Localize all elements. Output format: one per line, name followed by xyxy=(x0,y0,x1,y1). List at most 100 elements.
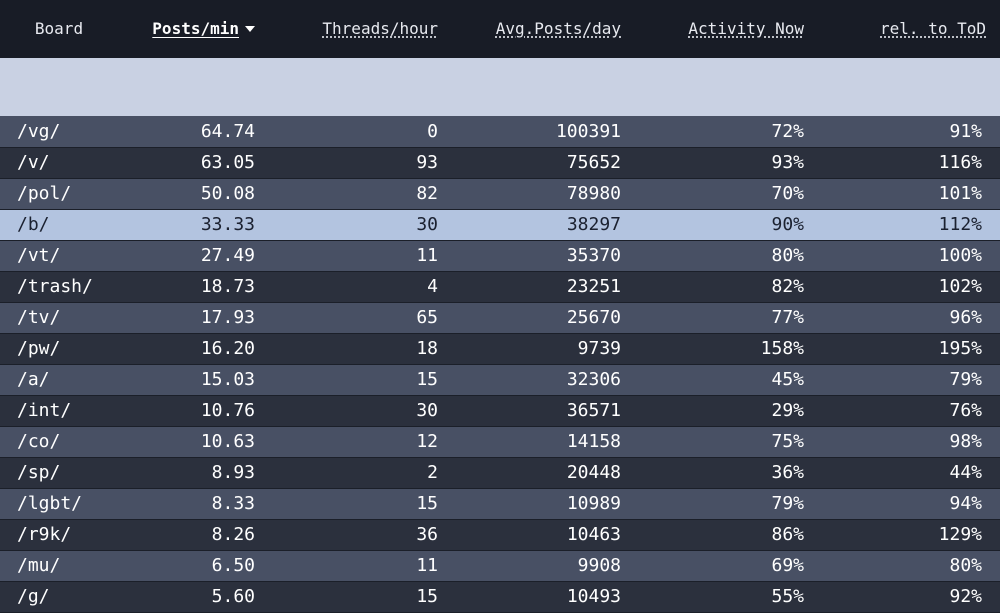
table-row[interactable]: /vg/64.74 0 100391 72% 91% xyxy=(0,116,1000,148)
table-row[interactable]: /pol/50.08 82 78980 70% 101% xyxy=(0,178,1000,210)
table-row[interactable]: /tv/17.93 65 25670 77% 96% xyxy=(0,302,1000,334)
table-row[interactable]: /a/15.03 15 32306 45% 79% xyxy=(0,364,1000,396)
cell-threads-per-hour: 93 xyxy=(255,147,438,179)
cell-activity-now: 70% xyxy=(621,178,804,210)
sort-descending-icon xyxy=(245,26,255,32)
cell-threads-per-hour: 30 xyxy=(255,209,438,241)
table-row[interactable]: /lgbt/8.33 15 10989 79% 94% xyxy=(0,488,1000,520)
cell-threads-per-hour: 18 xyxy=(255,333,438,365)
cell-avg-posts-per-day: 20448 xyxy=(438,457,621,489)
table-row[interactable]: /g/5.60 15 10493 55% 92% xyxy=(0,581,1000,613)
cell-activity-now: 45% xyxy=(621,364,804,396)
cell-avg-posts-per-day: 9739 xyxy=(438,333,621,365)
cell-board[interactable]: /pw/ xyxy=(0,333,118,365)
board-stats-table: Board Posts/min Threads/hour Avg.Posts/d… xyxy=(0,0,1000,613)
table-header: Board Posts/min Threads/hour Avg.Posts/d… xyxy=(0,0,1000,116)
table-row[interactable]: /co/10.63 12 14158 75% 98% xyxy=(0,426,1000,458)
table-row[interactable]: /vt/27.49 11 35370 80% 100% xyxy=(0,240,1000,272)
cell-threads-per-hour: 0 xyxy=(255,116,438,148)
cell-board[interactable]: /a/ xyxy=(0,364,118,396)
cell-posts-per-min: 63.05 xyxy=(118,147,255,179)
cell-activity-now: 82% xyxy=(621,271,804,303)
cell-rel-to-tod: 96% xyxy=(804,302,1000,334)
table-row[interactable]: /v/63.05 93 75652 93% 116% xyxy=(0,147,1000,179)
cell-threads-per-hour: 11 xyxy=(255,240,438,272)
cell-posts-per-min: 27.49 xyxy=(118,240,255,272)
cell-rel-to-tod: 195% xyxy=(804,333,1000,365)
column-header-avg-posts-per-day[interactable]: Avg.Posts/day xyxy=(438,0,621,58)
table-row[interactable]: /sp/8.93 2 20448 36% 44% xyxy=(0,457,1000,489)
cell-board[interactable]: /trash/ xyxy=(0,271,118,303)
cell-board[interactable]: /pol/ xyxy=(0,178,118,210)
cell-activity-now: 90% xyxy=(621,209,804,241)
cell-posts-per-min: 33.33 xyxy=(118,209,255,241)
table-row[interactable]: /int/10.76 30 36571 29% 76% xyxy=(0,395,1000,427)
cell-rel-to-tod: 112% xyxy=(804,209,1000,241)
column-header-avg-posts-per-day-label: Avg.Posts/day xyxy=(495,18,621,38)
cell-board[interactable]: /v/ xyxy=(0,147,118,179)
cell-board[interactable]: /sp/ xyxy=(0,457,118,489)
cell-avg-posts-per-day: 10493 xyxy=(438,581,621,613)
cell-posts-per-min: 50.08 xyxy=(118,178,255,210)
column-header-activity-now-label: Activity Now xyxy=(688,18,804,38)
cell-posts-per-min: 18.73 xyxy=(118,271,255,303)
column-header-threads-per-hour-label: Threads/hour xyxy=(322,18,438,38)
cell-avg-posts-per-day: 14158 xyxy=(438,426,621,458)
cell-rel-to-tod: 76% xyxy=(804,395,1000,427)
cell-board[interactable]: /g/ xyxy=(0,581,118,613)
cell-activity-now: 79% xyxy=(621,488,804,520)
cell-posts-per-min: 64.74 xyxy=(118,116,255,148)
cell-posts-per-min: 15.03 xyxy=(118,364,255,396)
cell-rel-to-tod: 91% xyxy=(804,116,1000,148)
cell-rel-to-tod: 116% xyxy=(804,147,1000,179)
cell-activity-now: 72% xyxy=(621,116,804,148)
cell-threads-per-hour: 30 xyxy=(255,395,438,427)
cell-board[interactable]: /co/ xyxy=(0,426,118,458)
column-header-rel-to-tod[interactable]: rel. to ToD xyxy=(804,0,1000,58)
cell-board[interactable]: /tv/ xyxy=(0,302,118,334)
cell-avg-posts-per-day: 32306 xyxy=(438,364,621,396)
table-row[interactable]: /r9k/8.26 36 10463 86% 129% xyxy=(0,519,1000,551)
cell-posts-per-min: 5.60 xyxy=(118,581,255,613)
cell-rel-to-tod: 92% xyxy=(804,581,1000,613)
column-header-board-label: Board xyxy=(34,18,84,38)
cell-posts-per-min: 16.20 xyxy=(118,333,255,365)
cell-avg-posts-per-day: 75652 xyxy=(438,147,621,179)
cell-avg-posts-per-day: 35370 xyxy=(438,240,621,272)
cell-avg-posts-per-day: 36571 xyxy=(438,395,621,427)
cell-threads-per-hour: 12 xyxy=(255,426,438,458)
cell-avg-posts-per-day: 10463 xyxy=(438,519,621,551)
column-header-board[interactable]: Board xyxy=(0,0,118,58)
column-header-threads-per-hour[interactable]: Threads/hour xyxy=(255,0,438,58)
cell-activity-now: 158% xyxy=(621,333,804,365)
table-body: /vg/64.74 0 100391 72% 91%/v/63.05 93 75652 93%… xyxy=(0,116,1000,613)
cell-rel-to-tod: 94% xyxy=(804,488,1000,520)
cell-threads-per-hour: 15 xyxy=(255,364,438,396)
table-row[interactable]: /pw/16.20 18 9739 158% 195% xyxy=(0,333,1000,365)
cell-board[interactable]: /vg/ xyxy=(0,116,118,148)
column-header-posts-per-min-label: Posts/min xyxy=(152,18,239,38)
cell-rel-to-tod: 98% xyxy=(804,426,1000,458)
cell-board[interactable]: /r9k/ xyxy=(0,519,118,551)
column-header-posts-per-min[interactable]: Posts/min xyxy=(118,0,255,58)
header-divider xyxy=(0,58,1000,116)
cell-activity-now: 55% xyxy=(621,581,804,613)
cell-threads-per-hour: 15 xyxy=(255,581,438,613)
cell-activity-now: 77% xyxy=(621,302,804,334)
cell-activity-now: 86% xyxy=(621,519,804,551)
column-header-activity-now[interactable]: Activity Now xyxy=(621,0,804,58)
cell-board[interactable]: /int/ xyxy=(0,395,118,427)
cell-board[interactable]: /vt/ xyxy=(0,240,118,272)
cell-activity-now: 93% xyxy=(621,147,804,179)
cell-rel-to-tod: 102% xyxy=(804,271,1000,303)
cell-board[interactable]: /b/ xyxy=(0,209,118,241)
table-row[interactable]: /b/33.33 30 38297 90% 112% xyxy=(0,209,1000,241)
cell-avg-posts-per-day: 23251 xyxy=(438,271,621,303)
table-row[interactable]: /trash/18.73 4 23251 82% 102% xyxy=(0,271,1000,303)
cell-board[interactable]: /lgbt/ xyxy=(0,488,118,520)
cell-posts-per-min: 10.76 xyxy=(118,395,255,427)
cell-posts-per-min: 8.33 xyxy=(118,488,255,520)
cell-rel-to-tod: 100% xyxy=(804,240,1000,272)
header-row: Board Posts/min Threads/hour Avg.Posts/d… xyxy=(0,0,1000,58)
column-header-rel-to-tod-label: rel. to ToD xyxy=(880,18,986,38)
